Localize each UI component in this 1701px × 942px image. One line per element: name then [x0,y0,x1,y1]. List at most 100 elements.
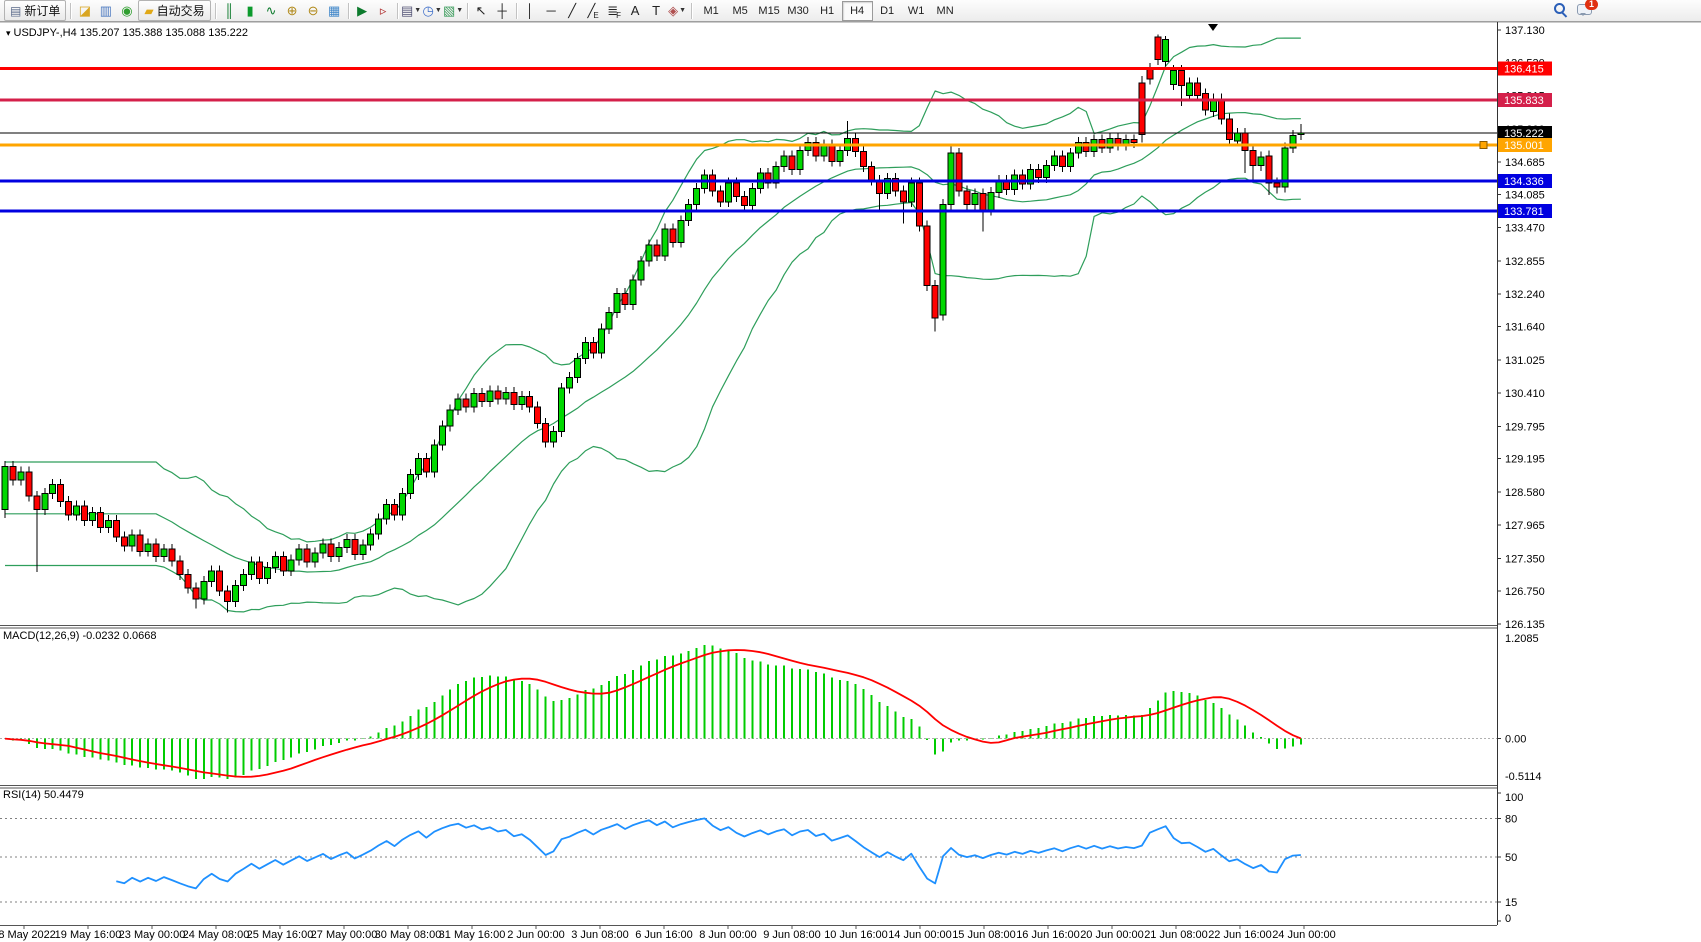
crosshair-icon: ┼ [498,4,507,17]
notifications-icon[interactable]: 1 [1576,1,1594,17]
candlestick-button[interactable]: ▮ [240,1,261,20]
signal-icon: ◉ [121,4,132,17]
svg-text:6 Jun 16:00: 6 Jun 16:00 [635,929,693,941]
auto-trading-button[interactable]: ▰ 自动交易 [138,0,210,21]
shift-marker-icon [1208,24,1218,31]
line-chart-icon: ∿ [266,4,277,17]
market-watch-button[interactable]: ◪ [74,1,95,20]
timeframe-mn[interactable]: MN [931,2,960,20]
svg-text:18 May 2022: 18 May 2022 [0,929,56,941]
indicators-button[interactable]: ▤▼ [401,1,422,20]
svg-text:25 May 16:00: 25 May 16:00 [247,929,314,941]
text-icon: A [631,4,640,17]
svg-text:0.00: 0.00 [1505,734,1526,746]
tile-windows-button[interactable]: ▦ [324,1,345,20]
symbol-dropdown-icon[interactable]: ▾ [6,28,11,38]
candlestick-icon: ▮ [247,4,254,17]
timeframe-m5[interactable]: M5 [726,2,755,20]
vertical-line-icon: │ [526,4,534,17]
svg-text:15: 15 [1505,897,1517,909]
svg-text:8 Jun 00:00: 8 Jun 00:00 [699,929,757,941]
templates-button[interactable]: ▧▼ [443,1,464,20]
auto-trading-button-label: 自动交易 [157,2,205,19]
svg-text:130.410: 130.410 [1505,388,1545,400]
svg-text:127.350: 127.350 [1505,553,1545,565]
fibonacci-button[interactable]: ≣F [604,1,625,20]
bar-chart-button[interactable]: ║ [219,1,240,20]
ohlc-bars-icon: ║ [225,4,234,17]
search-icon[interactable] [1552,1,1568,17]
trendline-icon: ╱ [568,4,576,17]
clock-icon: ◷ [422,4,433,17]
timeframe-m15[interactable]: M15 [755,2,784,20]
new-order-button-label: 新订单 [24,2,60,19]
svg-text:9 Jun 08:00: 9 Jun 08:00 [763,929,821,941]
zoom-in-icon: ⊕ [287,4,298,17]
line-chart-button[interactable]: ∿ [261,1,282,20]
svg-text:10 Jun 16:00: 10 Jun 16:00 [824,929,888,941]
chart-shift-button[interactable]: ▹ [373,1,394,20]
symbol-title: ▾USDJPY-,H4 135.207 135.388 135.088 135.… [6,27,248,39]
svg-text:23 May 00:00: 23 May 00:00 [119,929,186,941]
horizontal-line-icon: ─ [547,4,556,17]
chevron-down-icon: ▼ [456,7,463,14]
svg-text:3 Jun 08:00: 3 Jun 08:00 [571,929,629,941]
zoom-out-button[interactable]: ⊖ [303,1,324,20]
mt4-window: { "toolbar": { "new_order_label": "新订单",… [0,0,1701,942]
svg-text:14 Jun 00:00: 14 Jun 00:00 [888,929,952,941]
data-window-button[interactable]: ▥ [95,1,116,20]
cursor-icon: ↖ [476,4,487,17]
timeframe-m30[interactable]: M30 [784,2,813,20]
fibonacci-icon-letter: F [616,12,621,20]
trendline-button[interactable]: ╱ [562,1,583,20]
svg-text:126.135: 126.135 [1505,619,1545,631]
signals-button[interactable]: ◉ [116,1,137,20]
template-icon: ▧ [443,4,455,17]
svg-text:135.001: 135.001 [1504,140,1544,152]
svg-text:134.685: 134.685 [1505,157,1545,169]
periods-button[interactable]: ◷▼ [422,1,443,20]
svg-text:24 May 08:00: 24 May 08:00 [183,929,250,941]
svg-text:-0.5114: -0.5114 [1505,771,1542,783]
timeframe-h1[interactable]: H1 [813,2,842,20]
svg-text:126.750: 126.750 [1505,586,1545,598]
zoom-in-button[interactable]: ⊕ [282,1,303,20]
text-button[interactable]: A [625,1,646,20]
svg-text:22 Jun 16:00: 22 Jun 16:00 [1208,929,1272,941]
label-button[interactable]: T [646,1,667,20]
shapes-icon: ◈ [668,4,678,17]
vline-button[interactable]: │ [520,1,541,20]
auto-scroll-button[interactable]: ▶ [352,1,373,20]
svg-text:24 Jun 00:00: 24 Jun 00:00 [1272,929,1336,941]
timeframe-m1[interactable]: M1 [697,2,726,20]
svg-text:132.855: 132.855 [1505,256,1545,268]
svg-text:80: 80 [1505,814,1517,826]
svg-text:20 Jun 00:00: 20 Jun 00:00 [1080,929,1144,941]
notification-badge: 1 [1585,0,1598,10]
timeframe-d1[interactable]: D1 [873,2,902,20]
cursor-button[interactable]: ↖ [471,1,492,20]
svg-text:131.025: 131.025 [1505,355,1545,367]
svg-text:16 Jun 16:00: 16 Jun 16:00 [1016,929,1080,941]
chart-canvas[interactable]: 137.130136.530135.915135.300134.685134.0… [0,0,1701,942]
data-window-icon: ▥ [100,4,112,17]
arrows-button[interactable]: ◈▼ [667,1,688,20]
toolbar-separator [397,3,398,19]
new-order-button[interactable]: ▤新订单 [4,0,66,21]
folder-icon: ▰ [144,4,153,18]
svg-text:21 Jun 08:00: 21 Jun 08:00 [1144,929,1208,941]
svg-text:1.2085: 1.2085 [1505,633,1539,645]
crosshair-button[interactable]: ┼ [492,1,513,20]
channel-button[interactable]: ╱E [583,1,604,20]
svg-text:19 May 16:00: 19 May 16:00 [55,929,122,941]
svg-text:137.130: 137.130 [1505,25,1545,37]
hline-button[interactable]: ─ [541,1,562,20]
timeframe-w1[interactable]: W1 [902,2,931,20]
svg-text:134.336: 134.336 [1504,176,1544,188]
svg-text:127.965: 127.965 [1505,520,1545,532]
symbol-ohlc-line: USDJPY-,H4 135.207 135.388 135.088 135.2… [14,27,248,39]
add-indicator-icon: ▤ [401,4,413,17]
timeframe-h4[interactable]: H4 [842,1,873,21]
svg-text:2 Jun 00:00: 2 Jun 00:00 [507,929,565,941]
svg-text:132.240: 132.240 [1505,289,1545,301]
